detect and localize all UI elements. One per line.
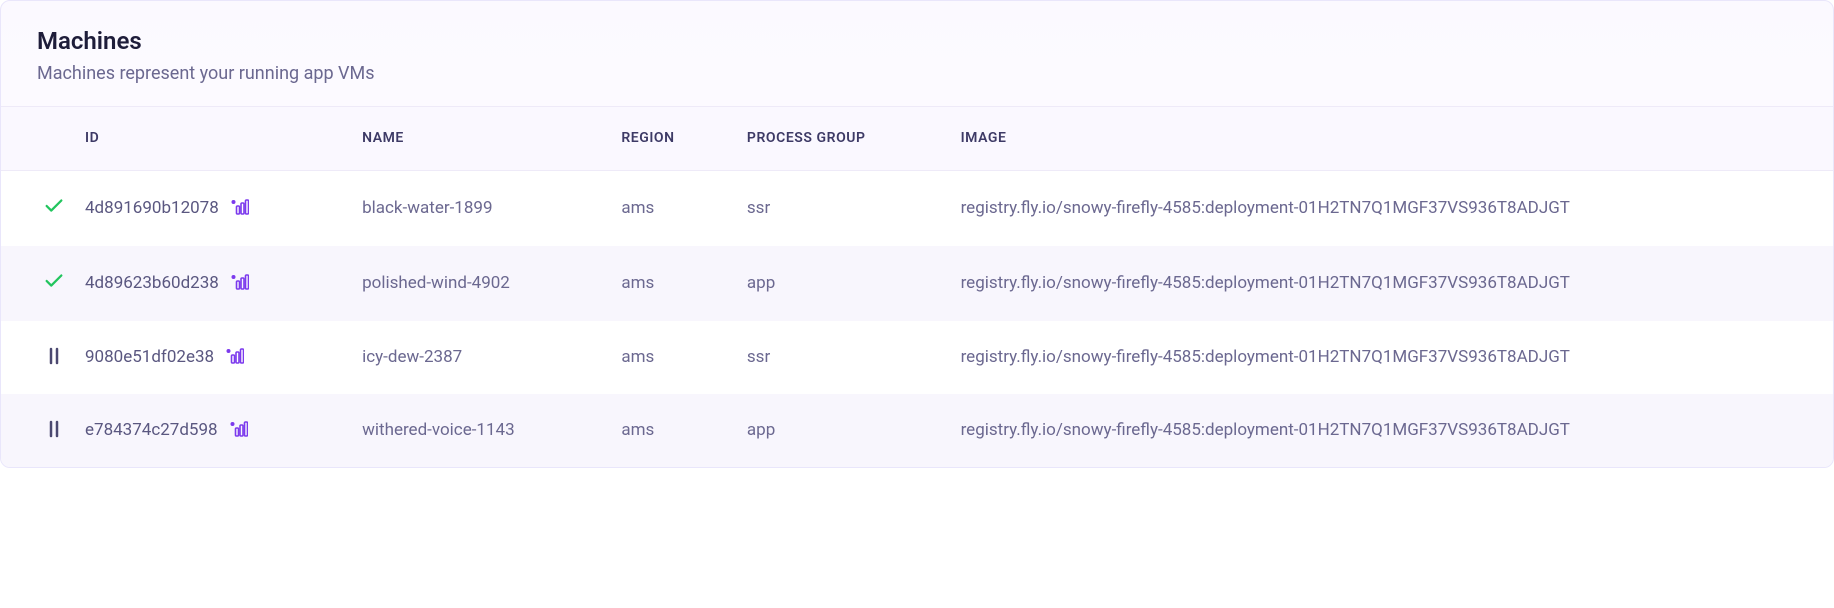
table-row[interactable]: 4d891690b12078 black-water-1899amsssrregi… xyxy=(1,170,1833,246)
panel-subtitle: Machines represent your running app VMs xyxy=(37,63,1797,84)
machine-id[interactable]: e784374c27d598 xyxy=(85,420,218,440)
metrics-button[interactable] xyxy=(229,272,251,294)
process-group-cell: ssr xyxy=(727,321,941,394)
bar-chart-icon xyxy=(230,420,248,441)
check-icon xyxy=(43,195,65,217)
panel-header: Machines Machines represent your running… xyxy=(1,1,1833,106)
id-cell: 9080e51df02e38 xyxy=(65,321,342,394)
image-cell: registry.fly.io/snowy-firefly-4585:deplo… xyxy=(941,246,1815,321)
panel-title: Machines xyxy=(37,27,1797,55)
table-row[interactable]: 9080e51df02e38 icy-dew-2387amsssrregistry… xyxy=(1,321,1833,394)
extra-cell: s xyxy=(1815,394,1833,467)
metrics-button[interactable] xyxy=(229,197,251,219)
extra-cell: s xyxy=(1815,246,1833,321)
extra-cell: s xyxy=(1815,321,1833,394)
name-cell[interactable]: black-water-1899 xyxy=(342,170,601,246)
bar-chart-icon xyxy=(231,198,249,219)
status-cell xyxy=(1,394,65,467)
metrics-button[interactable] xyxy=(228,419,250,441)
status-cell xyxy=(1,321,65,394)
id-cell: e784374c27d598 xyxy=(65,394,342,467)
id-cell: 4d891690b12078 xyxy=(65,170,342,246)
region-cell: ams xyxy=(601,394,727,467)
machine-id[interactable]: 4d89623b60d238 xyxy=(85,273,219,293)
table-scroll-container[interactable]: ID NAME REGION PROCESS GROUP IMAGE S 4d8… xyxy=(1,106,1833,467)
status-cell xyxy=(1,170,65,246)
process-group-cell: ssr xyxy=(727,170,941,246)
col-image[interactable]: IMAGE xyxy=(941,107,1815,170)
metrics-button[interactable] xyxy=(224,346,246,368)
process-group-cell: app xyxy=(727,246,941,321)
table-row[interactable]: 4d89623b60d238 polished-wind-4902amsappre… xyxy=(1,246,1833,321)
col-region[interactable]: REGION xyxy=(601,107,727,170)
bar-chart-icon xyxy=(231,273,249,294)
check-icon xyxy=(43,270,65,292)
region-cell: ams xyxy=(601,170,727,246)
machine-id[interactable]: 9080e51df02e38 xyxy=(85,347,214,367)
region-cell: ams xyxy=(601,321,727,394)
status-cell xyxy=(1,246,65,321)
machines-table: ID NAME REGION PROCESS GROUP IMAGE S 4d8… xyxy=(1,107,1833,467)
id-cell: 4d89623b60d238 xyxy=(65,246,342,321)
region-cell: ams xyxy=(601,246,727,321)
image-cell: registry.fly.io/snowy-firefly-4585:deplo… xyxy=(941,394,1815,467)
col-extra[interactable]: S xyxy=(1815,107,1833,170)
col-name[interactable]: NAME xyxy=(342,107,601,170)
pause-icon xyxy=(43,345,65,367)
extra-cell: s xyxy=(1815,170,1833,246)
bar-chart-icon xyxy=(226,347,244,368)
table-header-row: ID NAME REGION PROCESS GROUP IMAGE S xyxy=(1,107,1833,170)
name-cell[interactable]: icy-dew-2387 xyxy=(342,321,601,394)
image-cell: registry.fly.io/snowy-firefly-4585:deplo… xyxy=(941,170,1815,246)
col-process-group[interactable]: PROCESS GROUP xyxy=(727,107,941,170)
image-cell: registry.fly.io/snowy-firefly-4585:deplo… xyxy=(941,321,1815,394)
col-status xyxy=(1,107,65,170)
machine-id[interactable]: 4d891690b12078 xyxy=(85,198,219,218)
pause-icon xyxy=(43,418,65,440)
name-cell[interactable]: polished-wind-4902 xyxy=(342,246,601,321)
process-group-cell: app xyxy=(727,394,941,467)
machines-panel: Machines Machines represent your running… xyxy=(0,0,1834,468)
name-cell[interactable]: withered-voice-1143 xyxy=(342,394,601,467)
table-row[interactable]: e784374c27d598 withered-voice-1143amsappr… xyxy=(1,394,1833,467)
col-id[interactable]: ID xyxy=(65,107,342,170)
